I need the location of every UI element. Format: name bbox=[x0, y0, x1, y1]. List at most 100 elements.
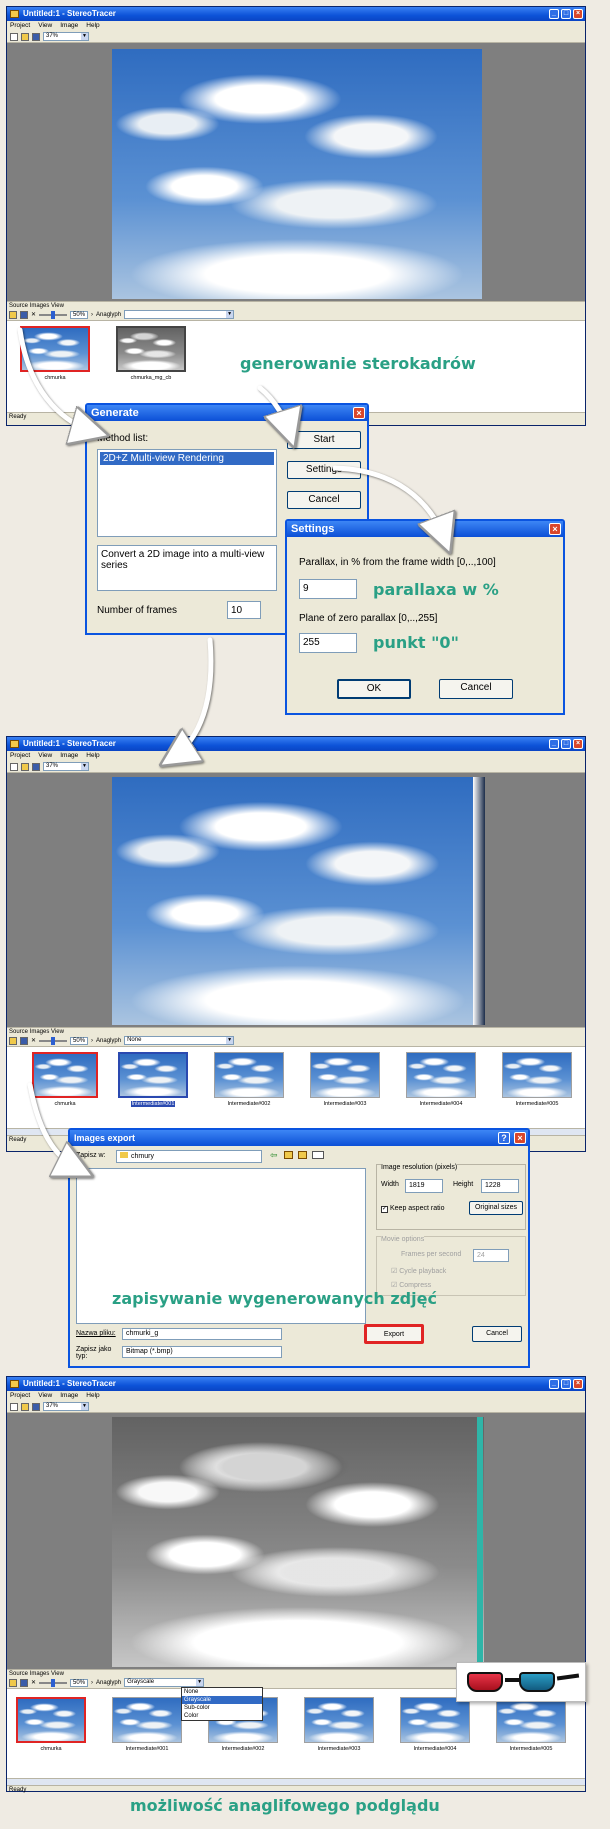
width-input[interactable]: 1819 bbox=[405, 1179, 443, 1193]
delete-icon[interactable]: ✕ bbox=[31, 1679, 36, 1686]
dropdown-option-grayscale[interactable]: Grayscale bbox=[182, 1696, 262, 1704]
view-menu-icon[interactable] bbox=[312, 1151, 324, 1159]
thumbnail-intermediate-001[interactable]: Intermediate#001 bbox=[117, 1052, 189, 1107]
menu-help[interactable]: Help bbox=[86, 751, 99, 761]
maximize-icon[interactable]: □ bbox=[561, 9, 571, 19]
close-icon[interactable]: × bbox=[549, 523, 561, 535]
open-folder-icon[interactable] bbox=[21, 1402, 29, 1411]
new-file-icon[interactable] bbox=[10, 1402, 18, 1411]
thumbnail-intermediate-001[interactable]: Intermediate#001 bbox=[111, 1697, 183, 1752]
save-images-icon[interactable] bbox=[20, 310, 28, 319]
maximize-icon[interactable]: □ bbox=[561, 1379, 571, 1389]
minimize-icon[interactable]: _ bbox=[549, 739, 559, 749]
close-icon[interactable]: × bbox=[353, 407, 365, 419]
cancel-button[interactable]: Cancel bbox=[287, 491, 361, 509]
zoom-slider[interactable] bbox=[39, 1678, 68, 1687]
menu-project[interactable]: Project bbox=[10, 21, 30, 31]
menu-image[interactable]: Image bbox=[60, 21, 78, 31]
thumbnail-intermediate-003[interactable]: Intermediate#003 bbox=[309, 1052, 381, 1107]
close-icon[interactable]: × bbox=[514, 1132, 526, 1144]
zoom-slider[interactable] bbox=[39, 1036, 68, 1045]
close-icon[interactable]: × bbox=[573, 9, 583, 19]
open-folder-icon[interactable] bbox=[21, 762, 29, 771]
dropdown-option-color[interactable]: Color bbox=[182, 1712, 262, 1720]
thumbnail-intermediate-004[interactable]: Intermediate#004 bbox=[399, 1697, 471, 1752]
new-folder-icon[interactable] bbox=[298, 1151, 307, 1159]
horizontal-scrollbar[interactable] bbox=[7, 1778, 585, 1785]
frames-input[interactable]: 10 bbox=[227, 601, 261, 619]
maximize-icon[interactable]: □ bbox=[561, 739, 571, 749]
add-images-icon[interactable] bbox=[9, 1678, 17, 1687]
play-icon[interactable]: › bbox=[91, 312, 93, 318]
anaglyph-combo[interactable]: ▼ bbox=[124, 310, 235, 319]
zoom-combo[interactable]: 37% ▼ bbox=[43, 32, 89, 41]
method-list[interactable]: 2D+Z Multi-view Rendering bbox=[97, 449, 277, 537]
zoom-combo[interactable]: 37% ▼ bbox=[43, 1402, 89, 1411]
save-images-icon[interactable] bbox=[20, 1036, 28, 1045]
cancel-button[interactable]: Cancel bbox=[439, 679, 513, 699]
save-type-combo[interactable]: Bitmap (*.bmp) bbox=[122, 1346, 282, 1358]
settings-button[interactable]: Settings bbox=[287, 461, 361, 479]
play-icon[interactable]: › bbox=[91, 1680, 93, 1686]
save-in-combo[interactable]: chmury bbox=[116, 1150, 262, 1163]
height-input[interactable]: 1228 bbox=[481, 1179, 519, 1193]
menu-project[interactable]: Project bbox=[10, 751, 30, 761]
new-file-icon[interactable] bbox=[10, 32, 18, 41]
anaglyph-dropdown[interactable]: None Grayscale Sub-color Color bbox=[181, 1687, 263, 1721]
thumbnail-chmurka[interactable]: chmurka bbox=[15, 1697, 87, 1752]
anaglyph-combo[interactable]: None ▼ bbox=[124, 1036, 235, 1045]
thumbnail-intermediate-004[interactable]: Intermediate#004 bbox=[405, 1052, 477, 1107]
zoom-slider[interactable] bbox=[39, 310, 68, 319]
save-icon[interactable] bbox=[32, 32, 40, 41]
original-sizes-button[interactable]: Original sizes bbox=[469, 1201, 523, 1215]
menu-help[interactable]: Help bbox=[86, 21, 99, 31]
help-icon[interactable]: ? bbox=[498, 1132, 510, 1144]
dropdown-option-subcolor[interactable]: Sub-color bbox=[182, 1704, 262, 1712]
method-item[interactable]: 2D+Z Multi-view Rendering bbox=[100, 452, 274, 465]
delete-icon[interactable]: ✕ bbox=[31, 311, 36, 318]
minimize-icon[interactable]: _ bbox=[549, 9, 559, 19]
dropdown-option-none[interactable]: None bbox=[182, 1688, 262, 1696]
open-folder-icon[interactable] bbox=[21, 32, 29, 41]
export-button[interactable]: Export bbox=[364, 1324, 424, 1344]
menu-image[interactable]: Image bbox=[60, 1391, 78, 1401]
anaglyph-combo[interactable]: Grayscale ▼ bbox=[124, 1678, 205, 1687]
close-icon[interactable]: × bbox=[573, 1379, 583, 1389]
start-button[interactable]: Start bbox=[287, 431, 361, 449]
thumbnail-intermediate-005[interactable]: Intermediate#005 bbox=[501, 1052, 573, 1107]
thumbnail-chmurka-mg-cb[interactable]: chmurka_mg_cb bbox=[115, 326, 187, 381]
delete-icon[interactable]: ✕ bbox=[31, 1037, 36, 1044]
thumbnail-intermediate-003[interactable]: Intermediate#003 bbox=[303, 1697, 375, 1752]
thumbnail-intermediate-002[interactable]: Intermediate#002 bbox=[213, 1052, 285, 1107]
up-folder-icon[interactable] bbox=[284, 1151, 293, 1159]
menu-view[interactable]: View bbox=[38, 21, 52, 31]
thumbnail-chmurka[interactable]: chmurka bbox=[31, 1052, 99, 1107]
thumbnail-intermediate-005[interactable]: Intermediate#005 bbox=[495, 1697, 567, 1752]
save-icon[interactable] bbox=[32, 762, 40, 771]
menu-project[interactable]: Project bbox=[10, 1391, 30, 1401]
back-icon[interactable]: ⇦ bbox=[270, 1150, 278, 1161]
fps-input[interactable]: 24 bbox=[473, 1249, 509, 1262]
menu-image[interactable]: Image bbox=[60, 751, 78, 761]
menu-help[interactable]: Help bbox=[86, 1391, 99, 1401]
compress-checkbox[interactable]: ☑ Compress bbox=[391, 1281, 431, 1289]
close-icon[interactable]: × bbox=[573, 739, 583, 749]
new-file-icon[interactable] bbox=[10, 762, 18, 771]
add-images-icon[interactable] bbox=[9, 1036, 17, 1045]
play-icon[interactable]: › bbox=[91, 1038, 93, 1044]
parallax-input[interactable]: 9 bbox=[299, 579, 357, 599]
save-images-icon[interactable] bbox=[20, 1678, 28, 1687]
zoom-combo[interactable]: 37% ▼ bbox=[43, 762, 89, 771]
cycle-checkbox[interactable]: ☑ Cycle playback bbox=[391, 1267, 446, 1275]
save-icon[interactable] bbox=[32, 1402, 40, 1411]
zero-parallax-input[interactable]: 255 bbox=[299, 633, 357, 653]
minimize-icon[interactable]: _ bbox=[549, 1379, 559, 1389]
add-images-icon[interactable] bbox=[9, 310, 17, 319]
ok-button[interactable]: OK bbox=[337, 679, 411, 699]
thumbnail-chmurka[interactable]: chmurka bbox=[19, 326, 91, 381]
filename-input[interactable]: chmurki_g bbox=[122, 1328, 282, 1340]
keep-aspect-checkbox[interactable]: ✓ Keep aspect ratio bbox=[381, 1205, 444, 1213]
menu-view[interactable]: View bbox=[38, 751, 52, 761]
menu-view[interactable]: View bbox=[38, 1391, 52, 1401]
cancel-button[interactable]: Cancel bbox=[472, 1326, 522, 1342]
